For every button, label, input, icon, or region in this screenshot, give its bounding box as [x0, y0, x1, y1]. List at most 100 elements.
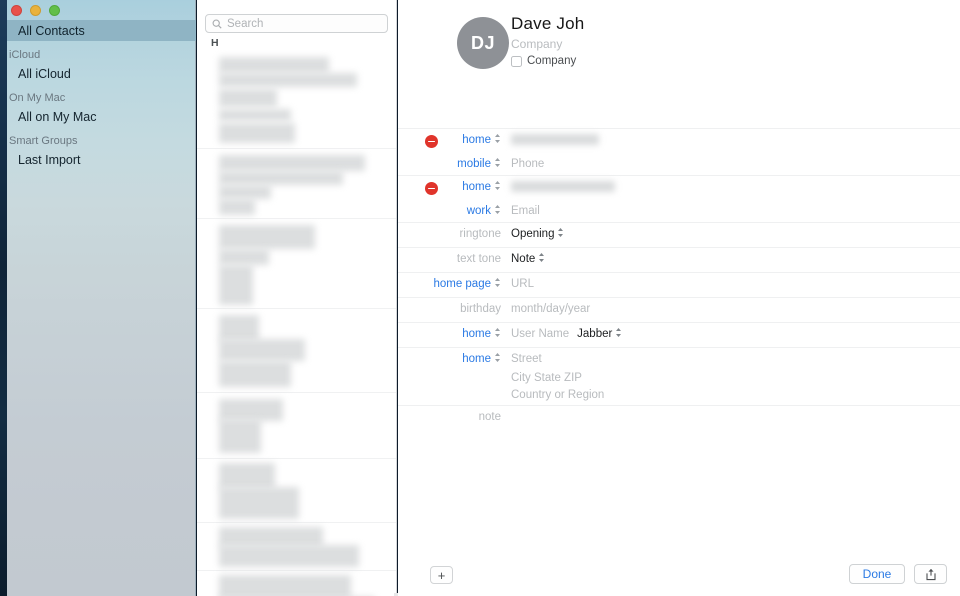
remove-field-button[interactable]	[425, 182, 438, 195]
ringtone-value: Opening	[511, 228, 555, 240]
search-input[interactable]: Search	[205, 14, 388, 33]
stepper-icon[interactable]	[538, 252, 545, 263]
avatar-initials: DJ	[470, 32, 495, 53]
redacted-text	[219, 575, 351, 596]
address-street[interactable]: Street	[511, 348, 960, 370]
field-list: home mobile Phone home work Email ringto…	[398, 128, 960, 430]
redacted-text	[219, 315, 259, 341]
redacted-text	[219, 545, 359, 567]
address-city-state-zip[interactable]: City State ZIP	[511, 370, 960, 387]
company-checkbox[interactable]	[511, 55, 522, 67]
field-label-cell[interactable]: home	[398, 323, 505, 345]
contact-name-block: Dave Joh Company Company	[511, 14, 584, 67]
contact-detail-pane: DJ Dave Joh Company Company Info Picture…	[398, 0, 960, 596]
stepper-icon[interactable]	[494, 352, 501, 363]
field-value-home-page[interactable]: URL	[505, 273, 960, 295]
im-service-value[interactable]: Jabber	[577, 323, 612, 345]
field-row-note: note	[398, 405, 960, 430]
contact-header: DJ Dave Joh Company Company	[398, 0, 960, 96]
field-value-email-home[interactable]	[505, 176, 960, 198]
contact-rows: Dave Joh	[197, 49, 396, 596]
close-window-button[interactable]	[11, 5, 22, 16]
redacted-text	[219, 265, 253, 305]
field-value-phone-mobile[interactable]: Phone	[505, 153, 960, 175]
redacted-text	[219, 463, 275, 489]
field-row-address-home: home Street City State ZIP Country or Re…	[398, 347, 960, 405]
list-item[interactable]	[197, 393, 396, 459]
text-tone-value: Note	[511, 253, 536, 265]
field-value-instant-message[interactable]: User Name Jabber	[505, 323, 960, 345]
minimize-window-button[interactable]	[30, 5, 41, 16]
company-checkbox-row[interactable]: Company	[511, 55, 584, 67]
field-value-note[interactable]	[505, 406, 960, 428]
redacted-text	[219, 171, 343, 185]
contact-name[interactable]: Dave Joh	[511, 14, 584, 34]
field-label: mobile	[457, 158, 491, 170]
stepper-icon[interactable]	[494, 133, 501, 144]
stepper-icon[interactable]	[494, 277, 501, 288]
redacted-text	[219, 419, 261, 453]
field-value-phone-home[interactable]	[505, 129, 960, 151]
search-container: Search	[197, 0, 396, 33]
list-item[interactable]	[197, 459, 396, 523]
stepper-icon[interactable]	[494, 327, 501, 338]
field-label: text tone	[456, 253, 501, 265]
field-label-cell[interactable]: work	[398, 200, 505, 222]
list-item[interactable]	[197, 309, 396, 393]
window-traffic-lights	[11, 5, 60, 16]
company-field[interactable]: Company	[511, 37, 584, 51]
stepper-icon[interactable]	[557, 227, 564, 238]
sidebar-item-label: All iCloud	[18, 66, 71, 81]
contact-list-column: Search H	[197, 0, 594, 596]
sidebar-item-last-import[interactable]: Last Import	[0, 149, 196, 170]
list-item[interactable]	[197, 571, 396, 596]
add-field-button[interactable]: +	[430, 566, 453, 584]
address-country[interactable]: Country or Region	[511, 387, 960, 404]
stepper-icon[interactable]	[494, 204, 501, 215]
field-label-cell: ringtone	[398, 223, 505, 245]
field-value-text-tone[interactable]: Note	[505, 248, 960, 270]
sidebar-group-header-icloud: iCloud	[9, 49, 41, 61]
avatar[interactable]: DJ	[457, 17, 509, 69]
field-row-birthday: birthday month/day/year	[398, 297, 960, 322]
field-value-ringtone[interactable]: Opening	[505, 223, 960, 245]
list-item[interactable]	[197, 49, 396, 149]
redacted-text	[219, 249, 269, 265]
field-label-cell[interactable]: home	[398, 176, 505, 198]
list-item[interactable]	[197, 149, 396, 219]
field-row-phone-home: home	[398, 128, 960, 153]
field-value-birthday[interactable]: month/day/year	[505, 298, 960, 320]
field-label-cell[interactable]: mobile	[398, 153, 505, 175]
redacted-text	[219, 225, 315, 249]
stepper-icon[interactable]	[615, 327, 622, 338]
sidebar-item-all-icloud[interactable]: All iCloud	[0, 63, 196, 84]
field-row-instant-message: home User Name Jabber	[398, 322, 960, 347]
field-row-email-home: home	[398, 175, 960, 200]
sidebar-item-label: All on My Mac	[18, 109, 97, 124]
sidebar-item-all-contacts[interactable]: All Contacts	[0, 20, 196, 41]
zoom-window-button[interactable]	[49, 5, 60, 16]
stepper-icon[interactable]	[494, 157, 501, 168]
done-button[interactable]: Done	[849, 564, 905, 584]
remove-field-button[interactable]	[425, 135, 438, 148]
field-label-cell[interactable]: home	[398, 129, 505, 151]
list-item[interactable]	[197, 219, 396, 309]
sidebar-item-label: All Contacts	[18, 23, 85, 38]
stepper-icon[interactable]	[494, 180, 501, 191]
redacted-text	[219, 487, 299, 519]
field-label-cell[interactable]: home page	[398, 273, 505, 295]
redacted-text	[219, 73, 357, 87]
redacted-text	[219, 199, 255, 215]
list-item[interactable]	[197, 523, 396, 571]
sidebar-item-all-on-my-mac[interactable]: All on My Mac	[0, 106, 196, 127]
field-row-home-page: home page URL	[398, 272, 960, 297]
search-icon	[212, 19, 222, 29]
field-value-email-work[interactable]: Email	[505, 200, 960, 222]
field-label: home page	[433, 278, 491, 290]
share-button[interactable]	[914, 564, 947, 584]
desktop-background-strip	[0, 0, 7, 596]
field-label-cell[interactable]: home	[398, 348, 505, 370]
field-row-phone-mobile: mobile Phone	[398, 153, 960, 175]
field-value-address-home[interactable]: Street City State ZIP Country or Region	[505, 348, 960, 404]
detail-bottom-bar: + Done	[398, 555, 960, 596]
